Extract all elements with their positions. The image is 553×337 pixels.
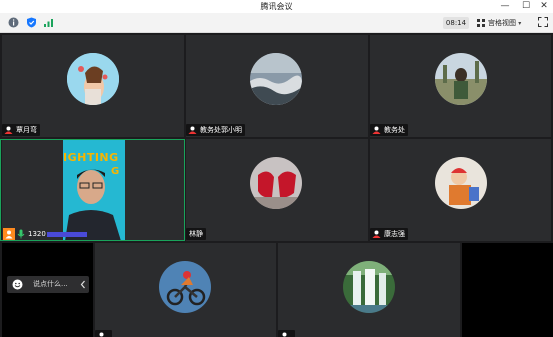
participant-tile-1[interactable]: 覃月弯: [2, 35, 184, 137]
host-badge-icon: [372, 126, 381, 134]
person-icon: [3, 228, 15, 240]
chevron-down-icon: ▾: [518, 20, 522, 27]
minimize-button[interactable]: —: [496, 0, 514, 13]
info-icon[interactable]: [8, 17, 19, 28]
host-badge-icon: [372, 230, 381, 238]
shield-icon[interactable]: [26, 17, 37, 28]
signal-bars-icon[interactable]: [43, 17, 54, 28]
host-badge-icon: [4, 126, 13, 134]
avatar: [159, 261, 211, 313]
avatar: [435, 157, 487, 209]
close-button[interactable]: ✕: [535, 0, 553, 13]
participant-tile-5[interactable]: 林静: [186, 139, 368, 241]
avatar: [435, 53, 487, 105]
participant-name-label: 覃月弯: [2, 124, 40, 136]
participant-tile-4[interactable]: IGHTING G 1320: [2, 139, 184, 241]
participant-tile-2[interactable]: 教务处郭小明: [186, 35, 368, 137]
participant-name-label: 康志强: [370, 228, 408, 240]
redacted-bar: [47, 232, 87, 237]
meeting-timer: 08:14: [443, 17, 469, 29]
participant-name-label: 林静: [186, 228, 206, 240]
avatar: [67, 53, 119, 105]
emoji-icon[interactable]: [12, 279, 23, 290]
camera-video: IGHTING G: [63, 139, 125, 241]
participant-name-label: [95, 330, 112, 337]
chat-input[interactable]: 说点什么...: [7, 276, 89, 293]
avatar: [250, 157, 302, 209]
chat-placeholder: 说点什么...: [33, 280, 68, 288]
window-title: 腾讯会议: [260, 2, 293, 11]
participant-name-label: [278, 330, 295, 337]
participant-name-label: 教务处郭小明: [186, 124, 245, 136]
participant-tile-7[interactable]: [95, 243, 276, 337]
title-bar: 腾讯会议 — ☐ ✕: [0, 0, 553, 13]
host-badge-icon: [282, 332, 287, 337]
avatar: [250, 53, 302, 105]
participant-name-label: 教务处: [370, 124, 408, 136]
view-mode-button[interactable]: 宫格视图 ▾: [476, 16, 521, 30]
avatar: [343, 261, 395, 313]
participant-tile-6[interactable]: 康志强: [370, 139, 551, 241]
chevron-left-icon[interactable]: [79, 279, 87, 290]
maximize-button[interactable]: ☐: [517, 0, 535, 13]
view-mode-label: 宫格视图: [488, 19, 516, 27]
grid-view-icon: [477, 19, 485, 27]
empty-tile: [462, 243, 553, 337]
host-badge-icon: [99, 332, 104, 337]
host-badge-icon: [188, 126, 197, 134]
fullscreen-icon[interactable]: [538, 17, 548, 27]
mic-on-icon: [17, 229, 25, 239]
participant-tile-8[interactable]: [278, 243, 460, 337]
participant-tile-3[interactable]: 教务处: [370, 35, 551, 137]
meeting-toolbar: 08:14 宫格视图 ▾: [0, 13, 553, 33]
